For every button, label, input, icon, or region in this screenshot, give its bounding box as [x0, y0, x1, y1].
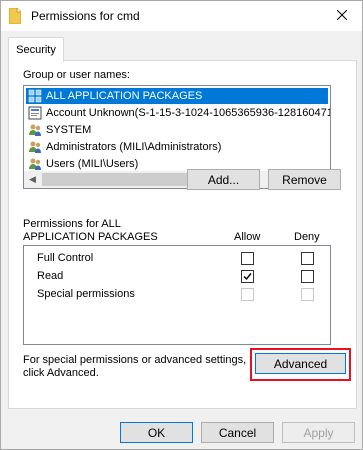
allow-column-header: Allow — [234, 231, 261, 243]
list-item[interactable]: Account Unknown(S-1-15-3-1024-1065365936… — [26, 105, 331, 121]
full-control-allow-checkbox[interactable] — [241, 252, 254, 265]
permissions-header-line1: Permissions for ALL — [23, 218, 121, 230]
permission-name: Special permissions — [37, 288, 135, 300]
close-button[interactable] — [322, 1, 362, 31]
users-group-icon — [28, 157, 42, 171]
special-allow-checkbox — [241, 288, 254, 301]
list-item[interactable]: SYSTEM — [26, 122, 328, 138]
security-panel: Group or user names: ALL APPLICATION PAC… — [8, 60, 357, 409]
list-item-label: Administrators (MILI\Administrators) — [46, 141, 222, 153]
permissions-dialog: Permissions for cmd Security Group or us… — [0, 0, 363, 450]
special-deny-checkbox — [301, 288, 314, 301]
advanced-button[interactable]: Advanced — [255, 353, 346, 374]
read-deny-checkbox[interactable] — [301, 270, 314, 283]
window-title: Permissions for cmd — [31, 9, 140, 23]
title-bar: Permissions for cmd — [1, 1, 362, 31]
scroll-left-icon[interactable]: ◀ — [24, 171, 41, 188]
list-item-label: SYSTEM — [46, 124, 92, 136]
permissions-list: Full Control Read Special permissions — [23, 245, 331, 345]
deny-column-header: Deny — [294, 231, 320, 243]
cancel-button[interactable]: Cancel — [201, 422, 274, 443]
list-item-label: ALL APPLICATION PACKAGES — [46, 90, 203, 102]
add-button[interactable]: Add... — [187, 169, 260, 190]
read-allow-checkbox[interactable] — [241, 270, 254, 283]
close-icon — [336, 9, 348, 23]
list-item[interactable]: ALL APPLICATION PACKAGES — [26, 88, 328, 104]
advanced-note-line2: click Advanced. — [23, 367, 99, 379]
advanced-note-line1: For special permissions or advanced sett… — [23, 354, 247, 366]
remove-button[interactable]: Remove — [268, 169, 341, 190]
full-control-deny-checkbox[interactable] — [301, 252, 314, 265]
file-icon — [8, 7, 22, 25]
permission-name: Full Control — [37, 252, 94, 264]
tab-security-label: Security — [16, 44, 56, 56]
list-item-label: Account Unknown(S-1-15-3-1024-1065365936… — [46, 107, 331, 119]
list-item[interactable]: Administrators (MILI\Administrators) — [26, 139, 328, 155]
apply-button: Apply — [282, 422, 355, 443]
list-item-label: Users (MILI\Users) — [46, 158, 139, 170]
permission-name: Read — [37, 270, 64, 282]
group-list-label: Group or user names: — [23, 69, 130, 81]
users-group-icon — [28, 123, 42, 137]
checkmark-icon — [243, 273, 252, 281]
ok-button[interactable]: OK — [120, 422, 193, 443]
app-packages-icon — [28, 89, 42, 103]
tab-security[interactable]: Security — [8, 37, 64, 62]
permissions-header-line2: APPLICATION PACKAGES — [23, 231, 158, 243]
users-group-icon — [28, 140, 42, 154]
unknown-account-icon — [28, 106, 42, 120]
